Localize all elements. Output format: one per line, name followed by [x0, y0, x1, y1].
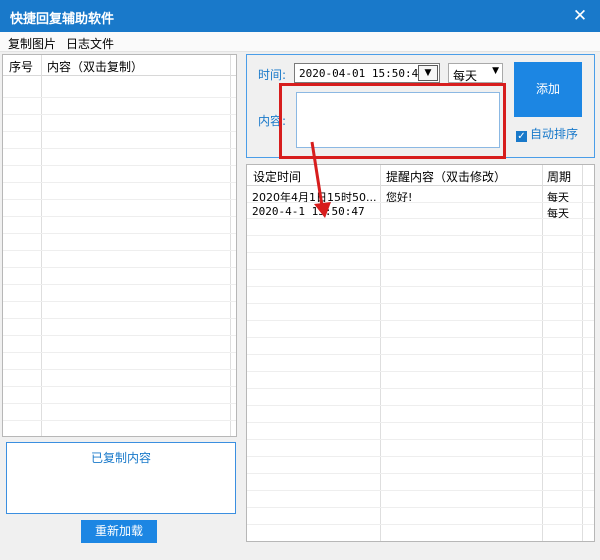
column-divider [380, 165, 381, 541]
column-divider [582, 165, 583, 541]
column-content: 内容（双击复制） [47, 60, 144, 74]
chevron-down-icon[interactable]: ▼ [418, 65, 438, 81]
chevron-down-icon: ▼ [492, 66, 499, 76]
app-window: 快捷回复辅助软件 ✕ 复制图片 日志文件 序号 内容（双击复制） 已复制内容 重… [0, 0, 600, 560]
column-divider [41, 55, 42, 436]
time-value: 2020-04-01 15:50:47 [299, 67, 425, 80]
auto-sort-label: 自动排序 [530, 127, 579, 141]
column-set-time: 设定时间 [253, 170, 302, 184]
menu-log-file[interactable]: 日志文件 [66, 35, 114, 52]
close-icon[interactable]: ✕ [568, 4, 592, 28]
list-header: 序号 内容（双击复制） [3, 55, 236, 76]
column-divider [542, 165, 543, 541]
column-index: 序号 [9, 60, 34, 74]
period-value: 每天 [453, 69, 478, 83]
copied-content-title: 已复制内容 [90, 451, 151, 465]
row-2-time[interactable]: 2020-4-1 15:50:47 [252, 205, 365, 218]
reminder-table[interactable]: 设定时间 提醒内容（双击修改） 周期 2020年4月1日15时50... 您好!… [246, 164, 595, 542]
time-picker[interactable]: 2020-04-01 15:50:47 ▼ [294, 63, 440, 83]
column-divider [230, 55, 231, 436]
window-title: 快捷回复辅助软件 [10, 12, 115, 27]
column-period: 周期 [547, 170, 572, 184]
add-button[interactable]: 添加 [514, 62, 582, 117]
time-label: 时间: [258, 68, 287, 82]
reload-button[interactable]: 重新加载 [81, 520, 157, 543]
quick-reply-list[interactable]: 序号 内容（双击复制） [2, 54, 237, 437]
copied-content-panel: 已复制内容 [6, 442, 236, 514]
auto-sort-checkbox[interactable]: ✓ 自动排序 [516, 125, 578, 142]
column-reminder-content: 提醒内容（双击修改） [386, 170, 507, 184]
checkbox-checked-icon: ✓ [516, 131, 527, 142]
period-select[interactable]: 每天 ▼ [448, 63, 503, 83]
menu-bar: 复制图片 日志文件 [0, 32, 600, 52]
title-bar: 快捷回复辅助软件 ✕ [0, 0, 600, 32]
highlight-annotation-box [279, 83, 506, 159]
menu-copy-image[interactable]: 复制图片 [8, 35, 56, 52]
